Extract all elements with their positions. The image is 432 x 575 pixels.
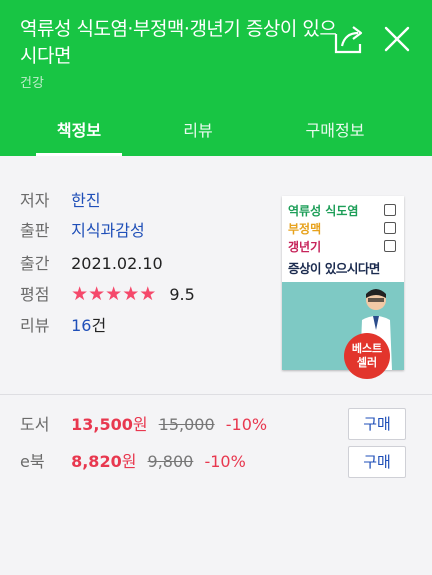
share-button[interactable]	[332, 22, 368, 56]
price-unit: 원	[121, 452, 137, 471]
page-title: 역류성 식도염·부정맥·갱년기 증상이 있으시다면	[20, 18, 337, 67]
author-link[interactable]: 한진	[71, 191, 100, 210]
sale-price: 13,500	[71, 415, 133, 434]
checkbox-icon	[384, 204, 396, 216]
bestseller-badge-line1: 베스트	[351, 342, 383, 355]
price-row-ebook: e북 8,820원 9,800 -10%	[20, 447, 246, 477]
published-date: 2021.02.10	[71, 254, 163, 273]
app-header: 역류성 식도염·부정맥·갱년기 증상이 있으시다면 건강 책정보 리뷰 구매정보	[0, 0, 432, 156]
review-row: 리뷰 16건	[20, 312, 106, 340]
author-row: 저자 한진	[20, 187, 101, 215]
author-label: 저자	[20, 191, 50, 210]
rating-row: 평점 ★★★★★ 9.5	[20, 280, 195, 308]
price-label: e북	[20, 452, 45, 471]
discount-rate: -10%	[225, 415, 268, 434]
rating-label: 평점	[20, 285, 50, 304]
tab-book-info[interactable]: 책정보	[0, 108, 158, 156]
review-label: 리뷰	[20, 316, 50, 335]
tab-bar: 책정보 리뷰 구매정보	[0, 108, 432, 156]
cover-title-line3: 갱년기	[288, 240, 322, 254]
cover-title-line2: 부정맥	[288, 222, 322, 236]
original-price: 15,000	[158, 415, 215, 434]
publisher-label: 출판	[20, 221, 50, 240]
buy-ebook-button[interactable]: 구매	[348, 446, 406, 478]
review-unit: 건	[91, 316, 107, 335]
cover-title-line1: 역류성 식도염	[288, 204, 359, 218]
publisher-link[interactable]: 지식과감성	[71, 221, 145, 240]
review-count[interactable]: 16	[71, 316, 91, 335]
published-label: 출간	[20, 254, 50, 273]
bestseller-badge-line2: 셀러	[356, 356, 378, 369]
close-button[interactable]	[380, 22, 414, 56]
price-label: 도서	[20, 415, 50, 434]
discount-rate: -10%	[204, 452, 246, 471]
tab-reviews[interactable]: 리뷰	[158, 108, 238, 156]
sale-price: 8,820	[71, 452, 122, 471]
price-row-book: 도서 13,500원 15,000 -10%	[20, 410, 267, 440]
price-unit: 원	[132, 415, 148, 434]
original-price: 9,800	[147, 452, 194, 471]
tab-purchase-info[interactable]: 구매정보	[280, 108, 390, 156]
checkbox-icon	[384, 222, 396, 234]
checkbox-icon	[384, 240, 396, 252]
bestseller-badge: 베스트 셀러	[344, 333, 390, 379]
section-divider	[0, 394, 432, 395]
category-label: 건강	[20, 76, 44, 91]
close-icon	[384, 26, 410, 52]
cover-title-line4: 증상이 있으시다면	[288, 261, 380, 276]
rating-stars: ★★★★★	[71, 283, 157, 305]
rating-score: 9.5	[169, 285, 195, 304]
share-icon	[334, 26, 363, 54]
buy-book-button[interactable]: 구매	[348, 408, 406, 440]
published-row: 출간 2021.02.10	[20, 250, 163, 278]
publisher-row: 출판 지식과감성	[20, 217, 145, 245]
